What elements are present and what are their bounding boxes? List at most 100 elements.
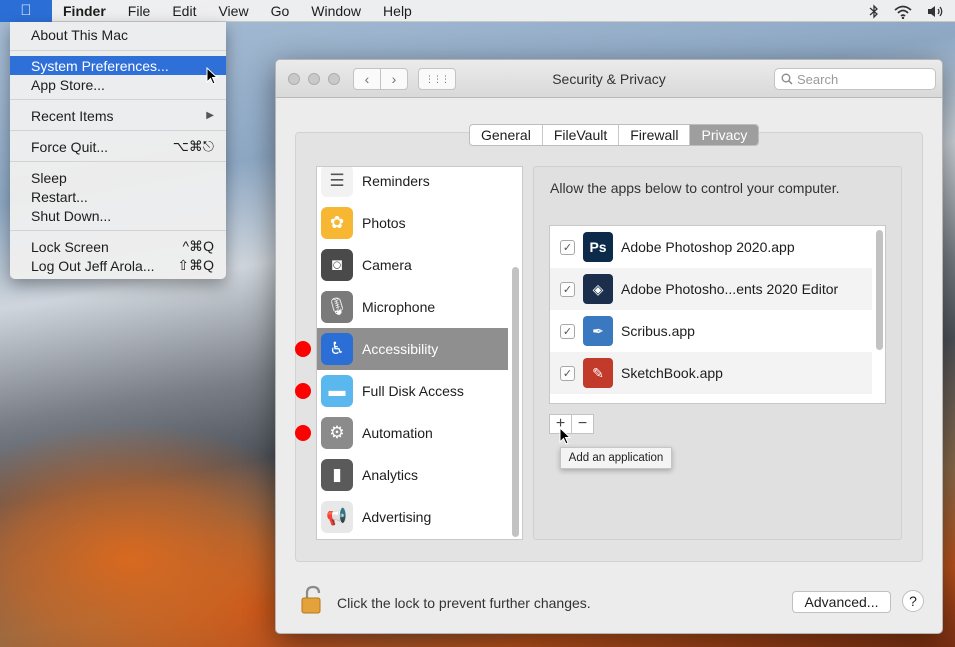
category-label: Reminders [362, 173, 430, 189]
advanced-button[interactable]: Advanced... [792, 591, 891, 613]
lock-icon[interactable] [300, 585, 326, 615]
tab-general[interactable]: General [470, 125, 543, 145]
photos-icon: ✿ [321, 207, 353, 239]
remove-application-button[interactable]: − [571, 414, 594, 434]
bluetooth-icon[interactable] [869, 3, 879, 19]
privacy-category-list: ☰ Reminders ✿ Photos ◙ Camera 🎙 Microphone ♿ Acce… [316, 166, 523, 540]
menu-item-label: Force Quit... [31, 138, 109, 155]
tab-privacy[interactable]: Privacy [690, 125, 759, 145]
menu-edit[interactable]: Edit [161, 3, 207, 19]
category-photos[interactable]: ✿ Photos [317, 202, 508, 244]
menu-item-label: Lock Screen [31, 238, 109, 255]
menu-separator [10, 130, 226, 131]
search-input[interactable] [797, 71, 927, 87]
menu-item-sleep[interactable]: Sleep [10, 168, 226, 187]
menu-item-force-quit[interactable]: Force Quit... ⌥⌘⎋ [10, 137, 226, 156]
apple-menu-icon[interactable]:  [0, 0, 52, 22]
menu-separator [10, 161, 226, 162]
mouse-cursor-icon [206, 67, 218, 85]
menu-separator [10, 50, 226, 51]
category-scrollbar[interactable] [512, 267, 519, 537]
app-row[interactable]: ✓ ✎ SketchBook.app [550, 352, 872, 394]
volume-icon[interactable] [927, 4, 945, 19]
sketchbook-icon: ✎ [583, 358, 613, 388]
category-advertising[interactable]: 📢 Advertising [317, 496, 508, 538]
app-list-scrollbar[interactable] [876, 230, 883, 350]
app-name: SketchBook.app [621, 365, 723, 381]
app-checkbox[interactable]: ✓ [560, 365, 575, 381]
menu-item-app-store[interactable]: App Store... [10, 75, 226, 94]
app-name: Adobe Photosho...ents 2020 Editor [621, 281, 839, 297]
submenu-arrow-icon: ▶ [206, 110, 214, 121]
wifi-icon[interactable] [893, 4, 913, 19]
red-marker [295, 425, 311, 441]
category-camera[interactable]: ◙ Camera [317, 244, 508, 286]
help-button[interactable]: ? [902, 590, 924, 612]
app-name: Adobe Photoshop 2020.app [621, 239, 795, 255]
folder-icon: ▬ [321, 375, 353, 407]
menu-item-recent-items[interactable]: Recent Items ▶ [10, 106, 226, 125]
menu-item-label: Recent Items [31, 107, 114, 124]
category-label: Automation [362, 425, 433, 441]
menu-item-system-preferences[interactable]: System Preferences... [10, 56, 226, 75]
category-label: Microphone [362, 299, 436, 315]
photoshop-icon: Ps [583, 232, 613, 262]
tab-filevault[interactable]: FileVault [543, 125, 620, 145]
megaphone-icon: 📢 [321, 501, 353, 533]
scribus-icon: ✒ [583, 316, 613, 346]
app-row[interactable]: ✓ ◈ Adobe Photosho...ents 2020 Editor [550, 268, 872, 310]
search-field[interactable] [774, 68, 936, 90]
shortcut-label: ⌥⌘⎋ [172, 138, 214, 154]
category-microphone[interactable]: 🎙 Microphone [317, 286, 508, 328]
menu-finder[interactable]: Finder [52, 3, 117, 19]
app-checkbox[interactable]: ✓ [560, 239, 575, 255]
menu-item-label: Restart... [31, 188, 88, 205]
menu-item-about[interactable]: About This Mac [10, 25, 226, 44]
app-row[interactable]: ✓ Ps Adobe Photoshop 2020.app [550, 226, 872, 268]
category-label: Advertising [362, 509, 432, 525]
app-list: ✓ Ps Adobe Photoshop 2020.app ✓ ◈ Adobe Photo… [549, 225, 886, 404]
menu-view[interactable]: View [207, 3, 259, 19]
menu-separator [10, 230, 226, 231]
category-label: Camera [362, 257, 412, 273]
accessibility-icon: ♿ [321, 333, 353, 365]
mouse-cursor-icon [559, 427, 571, 445]
menu-window[interactable]: Window [300, 3, 372, 19]
lock-message: Click the lock to prevent further change… [337, 595, 591, 611]
privacy-description: Allow the apps below to control your com… [550, 180, 840, 196]
menu-item-label: Shut Down... [31, 207, 112, 224]
menu-item-label: System Preferences... [31, 57, 169, 74]
app-row[interactable]: ✓ ✒ Scribus.app [550, 310, 872, 352]
menu-item-log-out[interactable]: Log Out Jeff Arola... ⇧⌘Q [10, 256, 226, 275]
category-automation[interactable]: ⚙ Automation [317, 412, 508, 454]
tab-firewall[interactable]: Firewall [619, 125, 691, 145]
menu-item-lock-screen[interactable]: Lock Screen ^⌘Q [10, 237, 226, 256]
menu-file[interactable]: File [117, 3, 162, 19]
category-full-disk-access[interactable]: ▬ Full Disk Access [317, 370, 508, 412]
app-checkbox[interactable]: ✓ [560, 323, 575, 339]
red-marker [295, 383, 311, 399]
category-label: Accessibility [362, 341, 439, 357]
tooltip: Add an application [560, 447, 672, 469]
category-label: Full Disk Access [362, 383, 464, 399]
menu-item-restart[interactable]: Restart... [10, 187, 226, 206]
menu-help[interactable]: Help [372, 3, 423, 19]
menu-item-label: About This Mac [31, 26, 129, 43]
menu-go[interactable]: Go [260, 3, 301, 19]
menu-item-label: Log Out Jeff Arola... [31, 257, 155, 274]
category-label: Photos [362, 215, 406, 231]
photoshop-elements-icon: ◈ [583, 274, 613, 304]
reminders-icon: ☰ [321, 167, 353, 197]
search-icon [781, 73, 793, 85]
category-accessibility[interactable]: ♿ Accessibility [317, 328, 508, 370]
analytics-icon: ▮ [321, 459, 353, 491]
category-reminders[interactable]: ☰ Reminders [317, 167, 508, 202]
menu-item-label: App Store... [31, 76, 105, 93]
menu-item-shut-down[interactable]: Shut Down... [10, 206, 226, 225]
red-marker [295, 341, 311, 357]
app-checkbox[interactable]: ✓ [560, 281, 575, 297]
title-bar[interactable]: ‹ › ⋮⋮⋮ Security & Privacy [276, 60, 942, 98]
category-analytics[interactable]: ▮ Analytics [317, 454, 508, 496]
security-privacy-window: ‹ › ⋮⋮⋮ Security & Privacy General FileV… [275, 59, 943, 634]
category-label: Analytics [362, 467, 419, 483]
